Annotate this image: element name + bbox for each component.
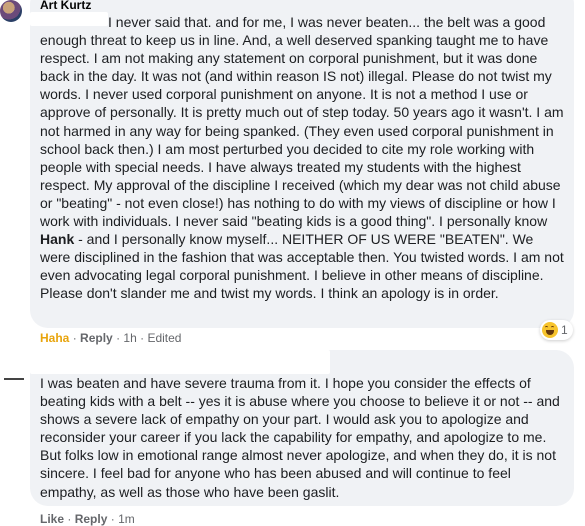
reaction-count-badge[interactable]: 1 [540,320,573,340]
reply-button[interactable]: Reply [80,331,113,345]
redaction-mark [30,12,108,26]
avatar-fragment [4,378,24,380]
mention-link[interactable]: Hank [40,231,74,247]
comment-actions-1: Haha · Reply · 1h · Edited [40,331,182,345]
comment-text-1: I never said that. and for me, I was nev… [40,14,568,302]
commenter-avatar[interactable] [0,0,22,22]
comment-text-2: I was beaten and have severe trauma from… [40,375,564,500]
edited-label: Edited [147,331,182,345]
timestamp[interactable]: 1h [123,331,136,345]
redaction-mark [30,350,330,374]
haha-emoji-icon [542,322,558,338]
like-button[interactable]: Like [40,512,64,526]
reaction-count: 1 [561,323,568,337]
timestamp[interactable]: 1m [118,512,135,526]
reply-button[interactable]: Reply [75,512,108,526]
comment-bubble-2: I was beaten and have severe trauma from… [30,350,574,506]
comment-actions-2: Like · Reply · 1m [40,512,135,526]
haha-reaction-button[interactable]: Haha [40,331,69,345]
comment-bubble-1: Art Kurtz I never said that. and for me,… [30,0,574,328]
comment-author-name[interactable]: Art Kurtz [40,0,91,12]
